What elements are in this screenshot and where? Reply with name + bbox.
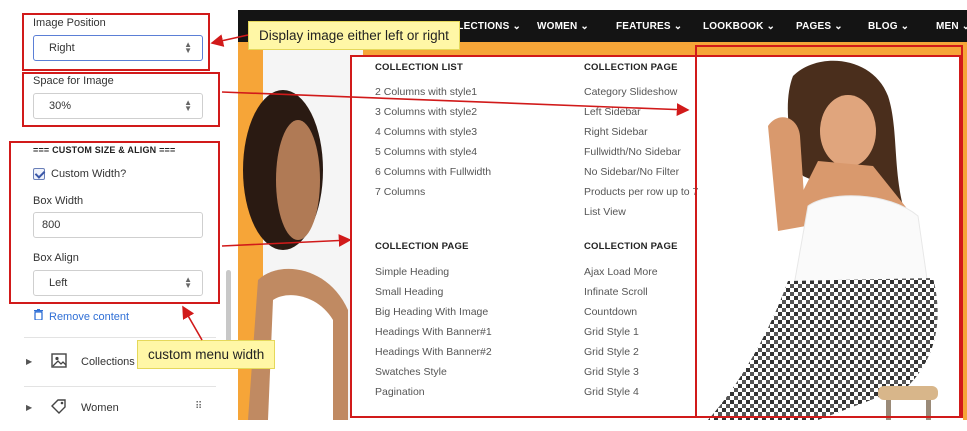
mega-link[interactable]: Grid Style 1 — [584, 326, 639, 338]
nav-features[interactable]: FEATURES ⌄ — [616, 21, 682, 32]
callout-display-image: Display image either left or right — [248, 21, 460, 50]
mega-column-title: COLLECTION LIST — [375, 62, 463, 73]
mega-link[interactable]: Grid Style 4 — [584, 386, 639, 398]
mega-link[interactable]: 3 Columns with style2 — [375, 106, 477, 118]
sidebar-item-label: Women — [81, 402, 119, 414]
mega-link[interactable]: List View — [584, 206, 626, 218]
box-width-value: 800 — [42, 219, 61, 231]
custom-width-label: Custom Width? — [51, 168, 127, 180]
mega-link[interactable]: Pagination — [375, 386, 425, 398]
box-width-label: Box Width — [33, 195, 84, 207]
nav-collections[interactable]: LLECTIONS ⌄ — [451, 21, 521, 32]
custom-size-align-heading: === CUSTOM SIZE & ALIGN === — [33, 145, 176, 155]
mega-link[interactable]: Category Slideshow — [584, 86, 677, 98]
mega-link[interactable]: Countdown — [584, 306, 637, 318]
mega-menu-model-image — [698, 56, 963, 420]
image-position-value: Right — [49, 42, 75, 54]
callout-custom-menu-width: custom menu width — [137, 340, 276, 369]
select-arrows-icon: ▲ ▼ — [184, 275, 192, 290]
space-for-image-label: Space for Image — [33, 75, 114, 87]
image-position-select[interactable]: Right ▲ ▼ — [33, 35, 203, 61]
sidebar-item-label: Collections — [81, 356, 135, 368]
mega-link[interactable]: Headings With Banner#1 — [375, 326, 492, 338]
mega-link[interactable]: Fullwidth/No Sidebar — [584, 146, 681, 158]
tag-icon — [51, 399, 67, 418]
mega-link[interactable]: 2 Columns with style1 — [375, 86, 477, 98]
mega-link[interactable]: 7 Columns — [375, 186, 425, 198]
mega-link[interactable]: Headings With Banner#2 — [375, 346, 492, 358]
box-align-value: Left — [49, 277, 68, 289]
mega-link[interactable]: Ajax Load More — [584, 266, 658, 278]
caret-right-icon[interactable]: ▶ — [26, 357, 32, 366]
mega-column-title: COLLECTION PAGE — [584, 62, 678, 73]
mega-link[interactable]: Products per row up to 7 — [584, 186, 698, 198]
mega-link[interactable]: 5 Columns with style4 — [375, 146, 477, 158]
space-for-image-value: 30% — [49, 100, 72, 112]
image-position-label: Image Position — [33, 17, 106, 29]
mega-link[interactable]: Infinate Scroll — [584, 286, 648, 298]
mega-link[interactable]: Small Heading — [375, 286, 443, 298]
box-align-label: Box Align — [33, 252, 79, 264]
nav-blog[interactable]: BLOG ⌄ — [868, 21, 909, 32]
nav-lookbook[interactable]: LOOKBOOK ⌄ — [703, 21, 775, 32]
remove-content-link[interactable]: Remove content — [34, 309, 129, 323]
select-arrows-icon: ▲ ▼ — [184, 98, 192, 113]
custom-width-checkbox[interactable] — [33, 168, 45, 180]
select-arrows-icon: ▲ ▼ — [184, 40, 192, 55]
space-for-image-select[interactable]: 30% ▲ ▼ — [33, 93, 203, 119]
drag-handle-icon[interactable]: ⠿ — [195, 401, 202, 412]
mega-link[interactable]: Big Heading With Image — [375, 306, 488, 318]
nav-women[interactable]: WOMEN ⌄ — [537, 21, 589, 32]
box-align-select[interactable]: Left ▲ ▼ — [33, 270, 203, 296]
nav-men[interactable]: MEN ⌄ — [936, 21, 967, 32]
mega-link[interactable]: 6 Columns with Fullwidth — [375, 166, 491, 178]
mega-link[interactable]: No Sidebar/No Filter — [584, 166, 679, 178]
sidebar-item-women[interactable]: ▶ Women ⠿ — [24, 399, 216, 423]
mega-column-title: COLLECTION PAGE — [375, 241, 469, 252]
mega-column-title: COLLECTION PAGE — [584, 241, 678, 252]
remove-content-label: Remove content — [49, 311, 130, 323]
trash-icon — [34, 309, 43, 323]
box-width-input[interactable]: 800 — [33, 212, 203, 238]
panel-scrollbar[interactable] — [226, 270, 231, 350]
mega-link[interactable]: Simple Heading — [375, 266, 449, 278]
mega-link[interactable]: Grid Style 3 — [584, 366, 639, 378]
caret-right-icon[interactable]: ▶ — [26, 403, 32, 412]
nav-pages[interactable]: PAGES ⌄ — [796, 21, 843, 32]
mega-link[interactable]: Left Sidebar — [584, 106, 641, 118]
website-preview: LLECTIONS ⌄ WOMEN ⌄ FEATURES ⌄ LOOKBOOK … — [238, 10, 967, 420]
divider — [24, 386, 216, 387]
divider — [24, 337, 216, 338]
mega-link[interactable]: Right Sidebar — [584, 126, 648, 138]
mega-link[interactable]: Grid Style 2 — [584, 346, 639, 358]
mega-link[interactable]: 4 Columns with style3 — [375, 126, 477, 138]
image-icon — [51, 353, 67, 371]
mega-link[interactable]: Swatches Style — [375, 366, 447, 378]
hero-model-image — [243, 90, 348, 420]
